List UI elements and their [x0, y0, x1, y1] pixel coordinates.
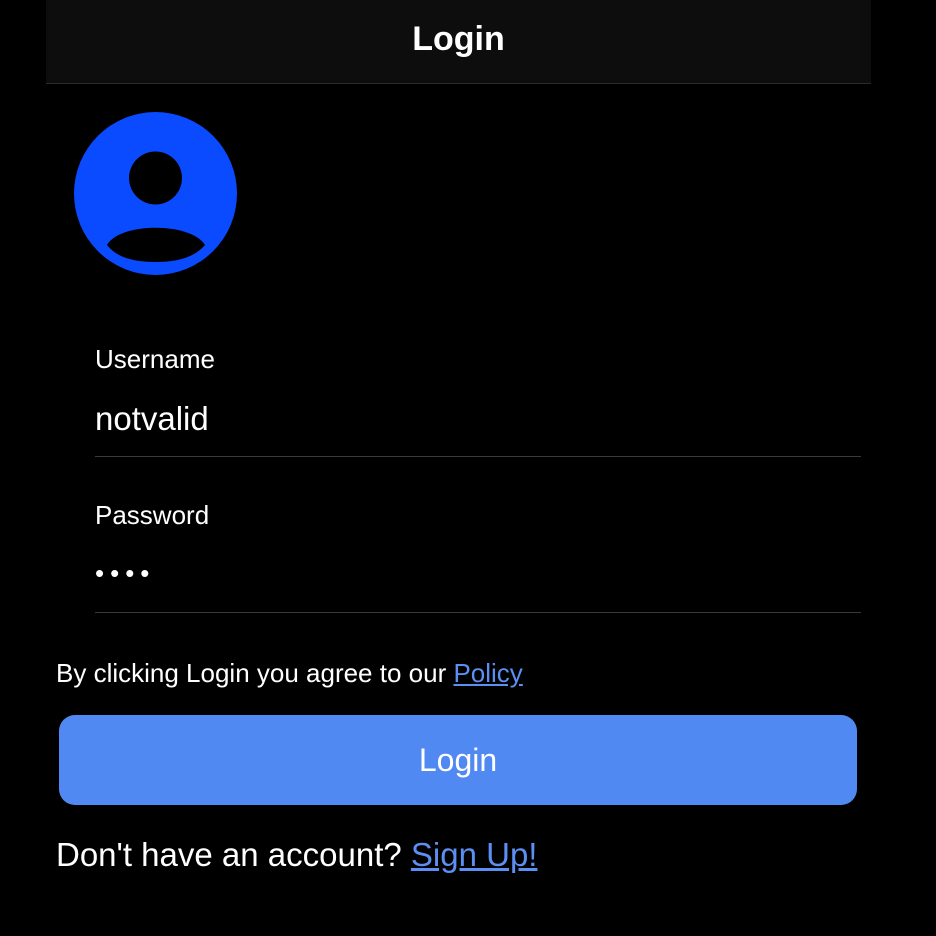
policy-text: By clicking Login you agree to our — [56, 658, 454, 688]
login-button-label: Login — [418, 741, 498, 778]
signup-link[interactable]: Sign Up! — [411, 836, 538, 873]
page-title: Login — [412, 20, 505, 58]
signup-prompt: Don't have an account? Sign Up! — [56, 836, 537, 874]
policy-link[interactable]: Policy — [453, 658, 522, 688]
username-input[interactable]: notvalid — [95, 400, 209, 438]
login-button[interactable]: Login — [59, 715, 857, 805]
navigation-bar: Login — [46, 0, 871, 84]
signup-text: Don't have an account? — [56, 836, 411, 873]
policy-notice: By clicking Login you agree to our Polic… — [56, 658, 523, 689]
username-label: Username — [95, 344, 215, 374]
avatar — [74, 112, 237, 275]
username-field[interactable]: Username notvalid — [95, 340, 861, 457]
person-circle-icon — [74, 112, 237, 275]
password-label: Password — [95, 500, 210, 530]
password-field[interactable]: Password •••• — [95, 496, 861, 613]
password-input[interactable]: •••• — [95, 558, 155, 589]
login-screen: Login Username notvalid Password •••• By… — [0, 0, 936, 936]
